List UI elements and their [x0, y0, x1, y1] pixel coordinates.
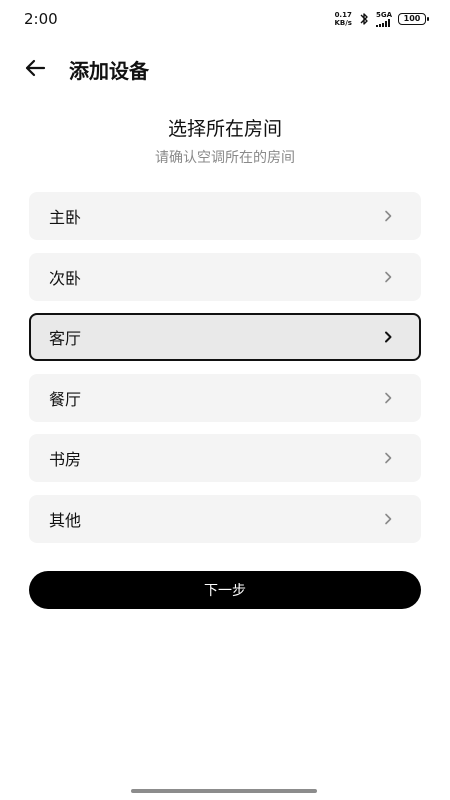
signal-bars [375, 19, 390, 27]
room-label: 客厅 [49, 329, 82, 348]
add-device-screen: 2:00 0.17 KB/s 5GA 100 添加设备 选择所在房间 请确认空调… [0, 0, 450, 800]
app-header: 添加设备 [0, 48, 450, 88]
status-bar: 2:00 0.17 KB/s 5GA 100 [0, 0, 450, 40]
status-icons: 0.17 KB/s 5GA 100 [334, 11, 429, 27]
chevron-right-icon [385, 210, 392, 222]
status-time: 2:00 [24, 10, 58, 28]
next-button[interactable]: 下一步 [29, 571, 421, 609]
home-indicator[interactable] [131, 789, 317, 793]
room-item-dining-room[interactable]: 餐厅 [29, 373, 421, 422]
bluetooth-icon [360, 13, 368, 25]
room-item-other[interactable]: 其他 [29, 494, 421, 543]
network-speed-value: 0.17 [334, 11, 352, 19]
network-type: 5GA [375, 11, 392, 19]
battery-icon: 100 [398, 13, 429, 25]
chevron-right-icon [385, 452, 392, 464]
room-list: 主卧 次卧 客厅 餐厅 书房 其他 [29, 192, 421, 555]
chevron-right-icon [385, 271, 392, 282]
room-label: 其他 [49, 510, 82, 530]
page-title: 添加设备 [69, 59, 149, 83]
section-title: 选择所在房间 [167, 118, 282, 140]
room-label: 餐厅 [49, 389, 82, 409]
chevron-right-icon [385, 331, 392, 343]
network-speed: 0.17 KB/s [334, 11, 351, 27]
arrow-left-icon [25, 59, 46, 77]
room-item-living-room[interactable]: 客厅 [29, 313, 421, 361]
room-item-study[interactable]: 书房 [29, 434, 421, 482]
back-button[interactable] [22, 56, 48, 80]
chevron-right-icon [385, 392, 392, 403]
room-label: 主卧 [49, 208, 82, 227]
signal-icon: 5GA [375, 11, 392, 27]
section-subtitle: 请确认空调所在的房间 [155, 150, 295, 166]
room-item-master-bedroom[interactable]: 主卧 [29, 192, 421, 240]
next-button-label: 下一步 [204, 583, 246, 599]
chevron-right-icon [385, 513, 392, 524]
room-label: 次卧 [49, 268, 82, 288]
room-item-second-bedroom[interactable]: 次卧 [29, 252, 421, 301]
network-speed-unit: KB/s [334, 19, 352, 27]
room-label: 书房 [49, 450, 82, 469]
battery-level: 100 [403, 14, 421, 23]
